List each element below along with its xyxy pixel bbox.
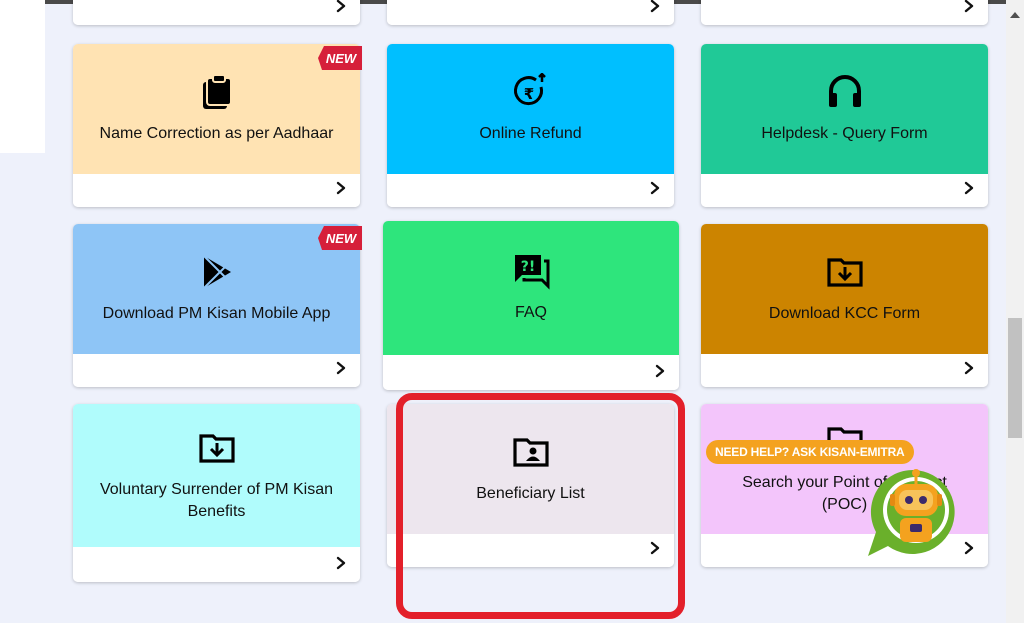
chevron-right-icon bbox=[964, 361, 974, 375]
svg-text:NEW: NEW bbox=[326, 51, 358, 66]
rupee-refund-icon: ₹ bbox=[512, 73, 550, 111]
card-download-app[interactable]: Download PM Kisan Mobile App NEW bbox=[73, 224, 362, 387]
new-badge: NEW bbox=[318, 46, 362, 70]
chevron-right-icon bbox=[336, 556, 346, 570]
card-title: Online Refund bbox=[479, 125, 582, 142]
left-content-panel bbox=[0, 0, 45, 153]
card-title: FAQ bbox=[514, 304, 547, 321]
new-badge: NEW bbox=[318, 226, 362, 250]
card-voluntary-surrender[interactable]: Voluntary Surrender of PM Kisan Benefits bbox=[73, 404, 360, 582]
chevron-right-icon bbox=[336, 361, 346, 375]
card-faq[interactable]: ?! FAQ bbox=[383, 221, 679, 390]
scrollbar-thumb[interactable] bbox=[1008, 318, 1022, 438]
faq-chat-icon: ?! bbox=[512, 252, 550, 290]
chevron-right-icon bbox=[655, 364, 665, 378]
chevron-right-icon bbox=[964, 181, 974, 195]
card-top-left-partial[interactable] bbox=[73, 0, 360, 25]
play-store-icon bbox=[198, 253, 236, 291]
chevron-right-icon bbox=[964, 0, 974, 13]
help-badge[interactable]: NEED HELP? ASK KISAN-EMITRA bbox=[706, 440, 914, 464]
card-helpdesk[interactable]: Helpdesk - Query Form bbox=[701, 44, 988, 207]
headphones-icon bbox=[826, 73, 864, 111]
vertical-scrollbar[interactable] bbox=[1006, 0, 1024, 623]
folder-download-icon bbox=[198, 429, 236, 467]
chatbot-robot-icon[interactable] bbox=[866, 466, 960, 560]
chevron-right-icon bbox=[336, 181, 346, 195]
card-top-right-partial[interactable] bbox=[701, 0, 988, 25]
card-title: Name Correction as per Aadhaar bbox=[99, 125, 334, 142]
clipboard-icon bbox=[198, 73, 236, 111]
card-top-middle-partial[interactable] bbox=[387, 0, 674, 25]
card-download-kcc[interactable]: Download KCC Form bbox=[701, 224, 988, 387]
card-title: Helpdesk - Query Form bbox=[761, 125, 928, 142]
svg-text:₹: ₹ bbox=[523, 85, 533, 103]
chevron-right-icon bbox=[336, 0, 346, 13]
card-title: Voluntary Surrender of PM Kisan Benefits bbox=[99, 480, 333, 520]
card-name-correction[interactable]: Name Correction as per Aadhaar NEW bbox=[73, 44, 362, 207]
card-title: Download KCC Form bbox=[768, 305, 921, 322]
chevron-right-icon bbox=[650, 0, 660, 13]
highlight-box bbox=[396, 393, 685, 619]
chevron-right-icon bbox=[964, 541, 974, 555]
scroll-up-arrow-icon[interactable] bbox=[1010, 12, 1020, 18]
svg-text:?!: ?! bbox=[521, 259, 536, 275]
folder-download-icon bbox=[826, 253, 864, 291]
chevron-right-icon bbox=[650, 181, 660, 195]
card-title: Download PM Kisan Mobile App bbox=[102, 305, 331, 322]
svg-text:NEW: NEW bbox=[326, 231, 358, 246]
card-online-refund[interactable]: ₹ Online Refund bbox=[387, 44, 674, 207]
